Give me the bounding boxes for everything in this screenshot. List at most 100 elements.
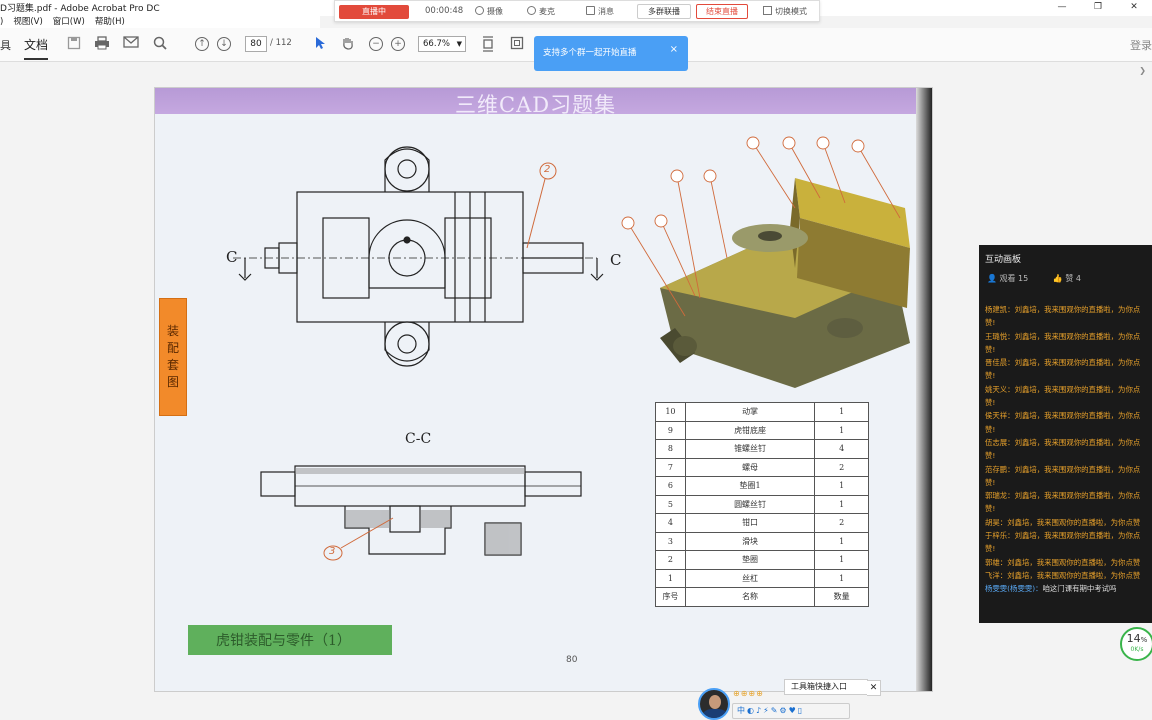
table-row: 3 滑块 1 bbox=[655, 531, 869, 551]
page-number-input[interactable]: 80 bbox=[245, 36, 267, 52]
window-title: D习题集.pdf - Adobe Acrobat Pro DC bbox=[0, 4, 160, 14]
restore-button[interactable]: ❐ bbox=[1080, 0, 1116, 14]
chat-message: 于梓乐：刘鑫培，我来围观你的直播啦，为你点 bbox=[985, 529, 1152, 542]
chat-message: 伍志展：刘鑫培，我来围观你的直播啦，为你点 bbox=[985, 436, 1152, 449]
table-cell: 2 bbox=[814, 513, 869, 533]
board-title: 互动画板 bbox=[985, 255, 1022, 265]
minimize-button[interactable]: — bbox=[1044, 0, 1080, 14]
mic-icon bbox=[527, 6, 536, 15]
section-screw-end bbox=[524, 471, 582, 497]
table-cell: 4 bbox=[655, 513, 686, 533]
vise-handle-end bbox=[673, 336, 697, 356]
menu-item-window[interactable]: 窗口(W) bbox=[53, 16, 85, 28]
table-cell: 1 bbox=[655, 568, 686, 588]
mic-button[interactable]: 麦克 bbox=[527, 6, 555, 17]
table-cell: 1 bbox=[814, 550, 869, 570]
chat-author: 侯天祥： bbox=[985, 411, 1015, 421]
scan-icon[interactable] bbox=[509, 36, 525, 52]
zoom-out-icon[interactable]: − bbox=[369, 37, 383, 51]
table-cell: 1 bbox=[814, 494, 869, 514]
menu-item-help[interactable]: 帮助(H) bbox=[95, 16, 125, 28]
vise-boss-hole bbox=[758, 231, 782, 241]
table-row: 6 垫圈1 1 bbox=[655, 476, 869, 496]
zoom-level-value: 66.7% bbox=[423, 39, 451, 49]
toolbox-close-icon[interactable]: ✕ bbox=[867, 680, 881, 696]
multi-group-tooltip: 支持多个群一起开始直播 × bbox=[534, 36, 688, 71]
expand-panel-icon[interactable]: ❯ bbox=[1139, 66, 1146, 75]
chat-text: 刘鑫培，我来围观你的直播啦，为你点赞 bbox=[1007, 517, 1141, 527]
chat-message: 范存鹏：刘鑫培，我来围观你的直播啦，为你点 bbox=[985, 463, 1152, 476]
table-cell: 1 bbox=[814, 531, 869, 551]
camera-label: 摄像 bbox=[487, 7, 503, 16]
section-screw-head bbox=[389, 505, 421, 533]
chat-message: 赞! bbox=[985, 423, 1152, 436]
chat-message: 赞! bbox=[985, 476, 1152, 489]
email-icon[interactable] bbox=[123, 36, 139, 52]
end-live-button[interactable]: 结束直播 bbox=[696, 4, 748, 19]
message-button[interactable]: 消息 bbox=[586, 6, 614, 17]
switch-mode-button[interactable]: 切换模式 bbox=[763, 6, 807, 17]
close-button[interactable]: ✕ bbox=[1116, 0, 1152, 14]
select-cursor-icon[interactable] bbox=[312, 36, 328, 52]
tab-document[interactable]: 文档 bbox=[24, 36, 48, 53]
table-row: 10 动掌 1 bbox=[655, 402, 869, 422]
zoom-level-select[interactable]: 66.7% ▼ bbox=[418, 36, 466, 52]
chat-author: 姚天义： bbox=[985, 384, 1015, 394]
center-dot bbox=[403, 236, 411, 244]
next-page-icon[interactable]: ↓ bbox=[217, 37, 231, 51]
menu-item-file[interactable]: ) bbox=[0, 16, 3, 28]
login-link[interactable]: 登录 bbox=[1130, 37, 1152, 53]
chat-text: 赞! bbox=[985, 504, 996, 514]
zoom-in-icon[interactable]: + bbox=[391, 37, 405, 51]
toolbox-shortcut-label: 工具箱快捷入口 bbox=[791, 682, 847, 691]
hatch-top bbox=[295, 468, 525, 474]
tab-home[interactable]: 具 bbox=[0, 37, 11, 53]
ime-toolbar[interactable]: 中◐♪⚡✎⚙♥▯ bbox=[732, 703, 850, 719]
chat-message: 姚天义：刘鑫培，我来围观你的直播啦，为你点 bbox=[985, 383, 1152, 396]
tooltip-message: 支持多个群一起开始直播 bbox=[543, 48, 637, 58]
multi-group-live-button[interactable]: 多群联播 bbox=[637, 4, 691, 19]
menu-item-view[interactable]: 视图(V) bbox=[13, 16, 42, 28]
chat-text: 赞! bbox=[985, 424, 996, 434]
hatch-left bbox=[345, 510, 390, 528]
tooltip-close-icon[interactable]: × bbox=[670, 44, 678, 55]
section-cc-label: C-C bbox=[405, 431, 432, 447]
chat-author: 飞洋： bbox=[985, 570, 1008, 580]
live-status-badge[interactable]: 直播中 bbox=[339, 5, 409, 19]
table-cell: 6 bbox=[655, 476, 686, 496]
chat-author: 伍志展： bbox=[985, 437, 1015, 447]
table-cell: 2 bbox=[814, 457, 869, 477]
top-lug-hole bbox=[397, 159, 417, 179]
chat-message: 杨建凯：刘鑫培，我来围观你的直播啦，为你点 bbox=[985, 303, 1152, 316]
message-icon bbox=[586, 6, 595, 15]
fit-page-icon[interactable] bbox=[480, 36, 496, 52]
mic-label: 麦克 bbox=[539, 7, 555, 16]
save-icon[interactable] bbox=[66, 36, 82, 52]
callout-2-label: 2 bbox=[544, 164, 551, 175]
hand-tool-icon[interactable] bbox=[340, 36, 356, 52]
section-arrow-left bbox=[238, 258, 252, 281]
table-row: 5 圆螺丝钉 1 bbox=[655, 494, 869, 514]
speed-percent-unit: % bbox=[1140, 636, 1148, 644]
table-cell: 动掌 bbox=[684, 402, 816, 422]
table-cell: 1 bbox=[814, 568, 869, 588]
chat-message: 赞! bbox=[985, 369, 1152, 382]
search-icon[interactable] bbox=[152, 36, 168, 52]
callout-3-label: 3 bbox=[329, 546, 336, 557]
table-cell: 垫圈1 bbox=[684, 476, 816, 496]
chat-author: 王璐悦： bbox=[985, 331, 1015, 341]
assembly-title-tab: 虎钳装配与零件（1） bbox=[188, 625, 392, 655]
menu-bar: ) 视图(V) 窗口(W) 帮助(H) bbox=[0, 16, 320, 28]
previous-page-icon[interactable]: ↑ bbox=[195, 37, 209, 51]
table-cell: 垫圈 bbox=[684, 550, 816, 570]
print-icon[interactable] bbox=[94, 36, 110, 52]
table-row: 4 钳口 2 bbox=[655, 513, 869, 533]
avatar[interactable] bbox=[698, 688, 730, 720]
camera-button[interactable]: 摄像 bbox=[475, 6, 503, 17]
network-speed-gauge[interactable]: 14% 0K/s bbox=[1120, 627, 1152, 661]
hatch-jaw bbox=[485, 523, 521, 555]
chat-message: 赞! bbox=[985, 449, 1152, 462]
window-controls: — ❐ ✕ bbox=[1044, 0, 1152, 14]
likes-label: 赞 4 bbox=[1065, 274, 1081, 283]
toolbox-shortcut[interactable]: 工具箱快捷入口 ✕ bbox=[784, 679, 881, 696]
